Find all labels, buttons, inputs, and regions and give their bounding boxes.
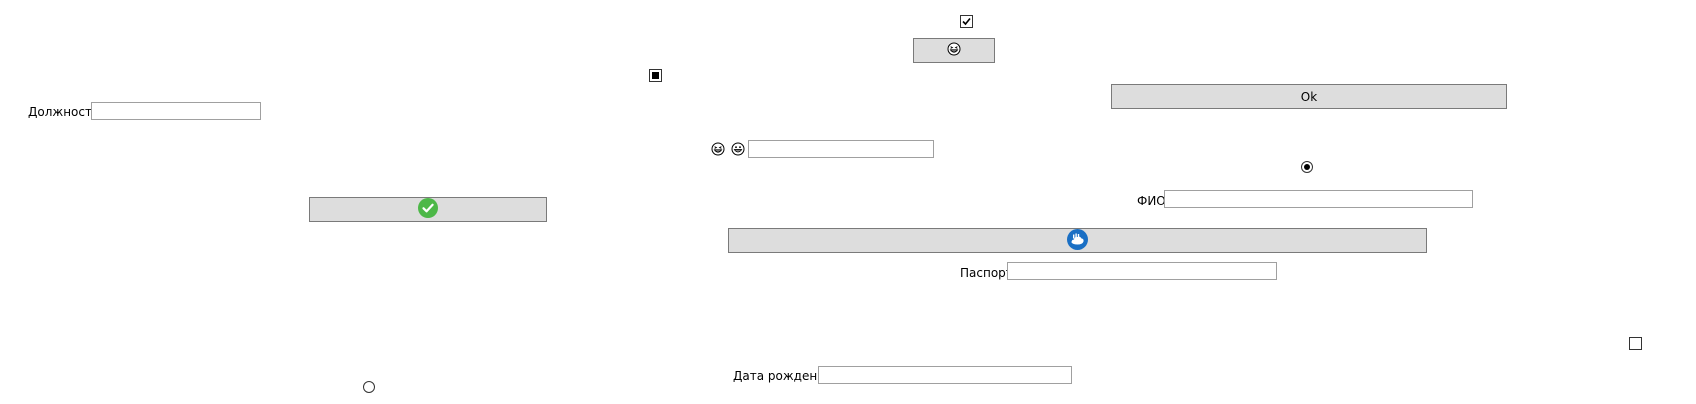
emoji-button[interactable] <box>913 38 995 63</box>
radio-unselected[interactable] <box>363 381 375 393</box>
indeterminate-square-icon <box>652 72 659 79</box>
checkbox-right[interactable] <box>1629 337 1642 350</box>
wide-icon-button[interactable] <box>728 228 1427 253</box>
check-circle-icon <box>418 198 438 221</box>
checkmark-icon <box>962 17 971 26</box>
ok-button[interactable]: Ok <box>1111 84 1507 109</box>
emoji-text-field[interactable] <box>748 140 934 158</box>
radio-selected[interactable] <box>1301 161 1313 173</box>
grinning-squint-face-icon <box>947 42 961 59</box>
passport-field[interactable] <box>1007 262 1277 280</box>
checkbox-top[interactable] <box>960 15 973 28</box>
fio-label: ФИО <box>1137 194 1166 208</box>
fio-field[interactable] <box>1164 190 1473 208</box>
ok-button-label: Ok <box>1300 89 1318 104</box>
passport-label: Паспорт <box>960 266 1013 280</box>
birthdate-field[interactable] <box>818 366 1072 384</box>
cloud-badge-icon <box>1067 228 1088 253</box>
radio-dot <box>1304 164 1310 170</box>
check-button[interactable] <box>309 197 547 222</box>
grinning-squint-face-icon <box>711 142 725 156</box>
position-label: Должность <box>28 105 100 119</box>
checkbox-indeterminate[interactable] <box>649 69 662 82</box>
position-field[interactable] <box>91 102 261 120</box>
grinning-face-icon <box>731 142 745 156</box>
